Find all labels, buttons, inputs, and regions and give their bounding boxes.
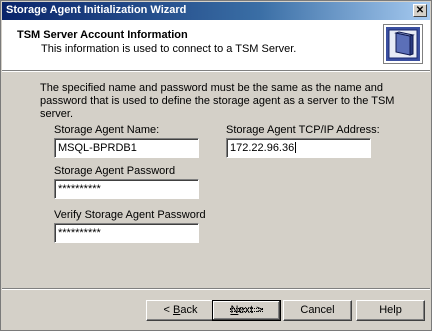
server-icon [383,24,423,64]
tcpip-address-label: Storage Agent TCP/IP Address: [226,124,380,136]
wizard-window: Storage Agent Initialization Wizard ✕ TS… [0,0,432,331]
title-bar[interactable]: Storage Agent Initialization Wizard ✕ [2,2,430,20]
next-button-focus: Next > [226,304,266,316]
password-input[interactable]: ********** [54,179,199,199]
header-title: TSM Server Account Information [17,29,188,41]
header-separator [2,70,430,72]
close-button[interactable]: ✕ [413,4,427,17]
back-button[interactable]: < Back [146,300,215,321]
password-label: Storage Agent Password [54,165,176,177]
agent-name-label: Storage Agent Name: [54,124,160,136]
next-button[interactable]: Next > [212,300,281,321]
agent-name-input[interactable]: MSQL-BPRDB1 [54,138,199,158]
description-text: The specified name and password must be … [40,82,395,120]
window-title: Storage Agent Initialization Wizard [6,4,187,16]
verify-password-input[interactable]: ********** [54,223,199,243]
back-button-label: ack [180,304,198,316]
next-button-label: ext > [238,304,263,316]
help-button[interactable]: Help [356,300,425,321]
back-button-arrow: < [163,304,173,316]
cancel-button-label: Cancel [300,304,335,316]
wizard-header: TSM Server Account Information This info… [2,20,430,70]
header-subtitle: This information is used to connect to a… [41,43,297,55]
password-value: ********** [58,183,101,195]
tcpip-address-input[interactable]: 172.22.96.36 [226,138,371,158]
text-caret [295,142,297,153]
tcpip-address-value: 172.22.96.36 [230,142,295,154]
help-button-label: Help [379,304,402,316]
cancel-button[interactable]: Cancel [283,300,352,321]
close-icon: ✕ [415,5,425,16]
footer-separator [2,288,430,290]
verify-password-label: Verify Storage Agent Password [54,209,206,221]
verify-password-value: ********** [58,227,101,239]
agent-name-value: MSQL-BPRDB1 [58,142,137,154]
